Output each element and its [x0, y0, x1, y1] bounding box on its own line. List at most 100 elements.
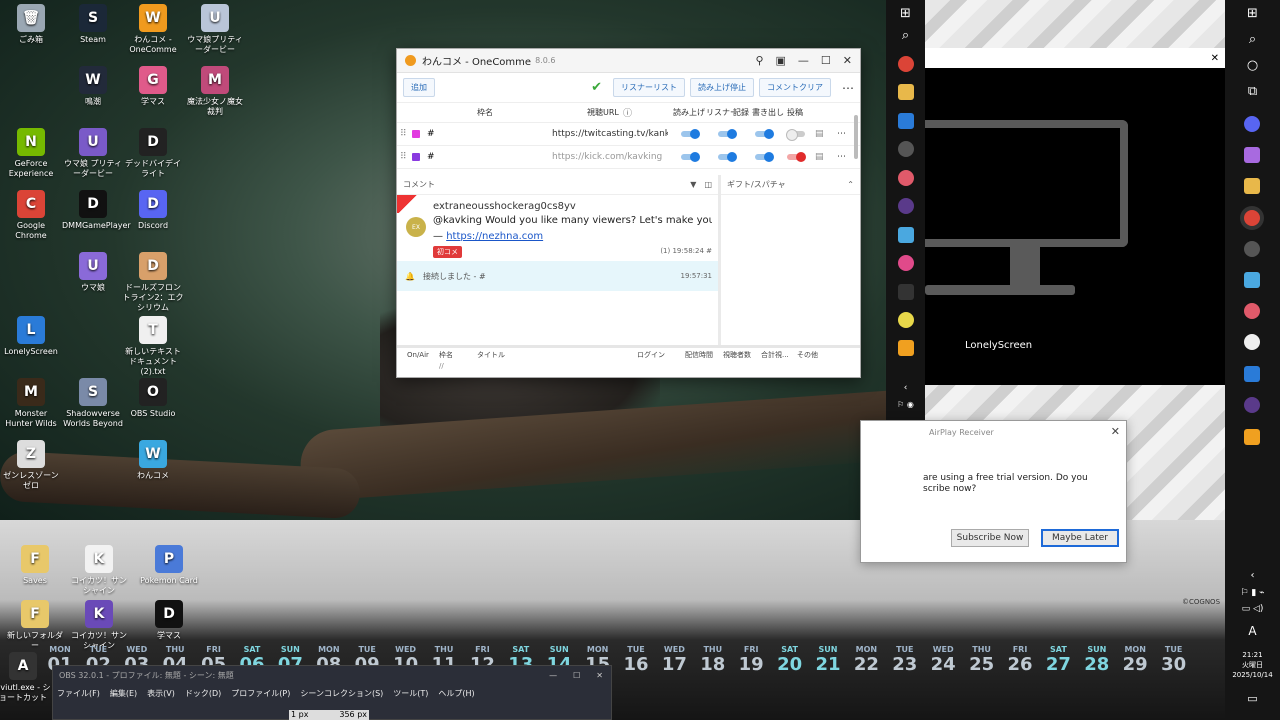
- broadcast-column-header[interactable]: 視聴者数: [723, 350, 751, 360]
- desktop-icon[interactable]: M Monster Hunter Wilds: [0, 378, 62, 429]
- broadcast-column-header[interactable]: 配信時間: [685, 350, 713, 360]
- desktop-icon[interactable]: T 新しいテキスト ドキュメント (2).txt: [122, 316, 184, 377]
- task-view-icon[interactable]: ⧉: [1225, 84, 1280, 99]
- obs-menu-item[interactable]: シーンコレクション(S): [300, 688, 383, 699]
- add-button[interactable]: 追加: [403, 78, 435, 97]
- game-icon[interactable]: [898, 198, 914, 214]
- desktop-icon[interactable]: M 魔法少女ノ魔女裁判: [184, 66, 246, 117]
- obs-menu-item[interactable]: ドック(D): [185, 688, 221, 699]
- comment-icon[interactable]: ▤: [815, 152, 824, 162]
- more-icon[interactable]: ⋯: [837, 152, 846, 162]
- file-explorer-icon[interactable]: [898, 84, 914, 100]
- desktop-icon[interactable]: C Google Chrome: [0, 190, 62, 241]
- collapse-icon[interactable]: ⌃: [847, 180, 854, 189]
- listener-toggle[interactable]: [718, 129, 737, 139]
- record-toggle[interactable]: [755, 152, 774, 162]
- filter-icon[interactable]: ▼: [690, 180, 696, 189]
- desktop-icon[interactable]: 🗑 ごみ箱: [0, 4, 62, 45]
- desktop-icon[interactable]: S Shadowverse Worlds Beyond: [62, 378, 124, 429]
- service-name[interactable]: #: [427, 129, 435, 139]
- desktop-icon[interactable]: P Pokemon Card: [138, 545, 200, 586]
- dmm-icon[interactable]: [898, 284, 914, 300]
- service-name[interactable]: #: [427, 152, 435, 162]
- obs-icon[interactable]: [898, 141, 914, 157]
- obs-menu-item[interactable]: 編集(E): [110, 688, 137, 699]
- media-icon[interactable]: [898, 340, 914, 356]
- more-menu-icon[interactable]: ⋯: [842, 81, 854, 95]
- app-icon[interactable]: [898, 170, 914, 186]
- clock-time[interactable]: 21:21: [1225, 651, 1280, 660]
- broadcast-row[interactable]: //: [397, 362, 860, 370]
- close-button[interactable]: ✕: [596, 671, 603, 680]
- obs-canvas[interactable]: 1 px 356 px: [289, 710, 369, 720]
- desktop-icon[interactable]: D デッドバイデイライト: [122, 128, 184, 179]
- onecomme-icon[interactable]: [1244, 272, 1260, 288]
- onecomme-icon[interactable]: [898, 227, 914, 243]
- search-icon[interactable]: ⌕: [1225, 32, 1280, 47]
- lips-icon[interactable]: [898, 255, 914, 271]
- subscribe-now-button[interactable]: Subscribe Now: [951, 529, 1029, 547]
- broadcast-column-header[interactable]: タイトル: [477, 350, 505, 360]
- obs-menu-item[interactable]: ファイル(F): [57, 688, 100, 699]
- service-row[interactable]: ⠿ # https://twitcasting.tv/kanku ▤ ⋯: [397, 123, 860, 146]
- onecomme-window[interactable]: わんコメ - OneComme 8.0.6 ⚲ ▣ — ☐ ✕ 追加 ✔ リスナ…: [396, 48, 861, 378]
- media-icon[interactable]: [1244, 429, 1260, 445]
- desktop-icon[interactable]: D Discord: [122, 190, 184, 231]
- game-icon[interactable]: [1244, 397, 1260, 413]
- desktop-icon[interactable]: S Steam: [62, 4, 124, 45]
- close-button[interactable]: ✕: [1211, 53, 1219, 64]
- desktop-icon[interactable]: F 新しいフォルダー: [4, 600, 66, 651]
- service-color[interactable]: [412, 130, 420, 138]
- network-icon[interactable]: ⚐ ◉: [886, 400, 925, 409]
- service-url[interactable]: https://kick.com/kavking: [552, 152, 668, 162]
- chevron-up-icon[interactable]: ‹: [1225, 570, 1280, 581]
- chevron-up-icon[interactable]: ‹: [886, 383, 925, 393]
- desktop-icon[interactable]: U ウマ娘: [62, 252, 124, 293]
- maximize-button[interactable]: ☐: [573, 671, 580, 680]
- onecomme-titlebar[interactable]: わんコメ - OneComme 8.0.6 ⚲ ▣ — ☐ ✕: [397, 49, 860, 73]
- clear-comments-button[interactable]: コメントクリア: [759, 78, 831, 97]
- stop-reading-button[interactable]: 読み上げ停止: [690, 78, 754, 97]
- desktop-icon[interactable]: D ドールズフロントライン2：エクシリウム: [122, 252, 184, 313]
- broadcast-column-header[interactable]: 枠名: [439, 350, 453, 360]
- tray-icons[interactable]: ⚐ ▮ ⌁: [1225, 588, 1280, 598]
- pin-icon[interactable]: ⚲: [755, 54, 763, 67]
- cortana-icon[interactable]: ○: [1225, 58, 1280, 73]
- desktop-icon[interactable]: U ウマ娘 プリティーダービー: [62, 128, 124, 179]
- drag-handle-icon[interactable]: ⠿: [400, 129, 407, 139]
- service-color[interactable]: [412, 153, 420, 161]
- post-toggle[interactable]: [787, 152, 806, 162]
- desktop-icon[interactable]: F Saves: [4, 545, 66, 586]
- record-toggle[interactable]: [755, 129, 774, 139]
- ime-indicator[interactable]: A: [1225, 624, 1280, 638]
- obs-menu-item[interactable]: 表示(V): [147, 688, 175, 699]
- notification-icon[interactable]: ▭: [1225, 692, 1280, 705]
- listener-list-button[interactable]: リスナーリスト: [613, 78, 685, 97]
- desktop-icon[interactable]: D DMMGamePlayer: [62, 190, 131, 231]
- desktop-icon[interactable]: G 学マス: [122, 66, 184, 107]
- check-icon[interactable]: ✔: [591, 80, 602, 95]
- chrome-icon[interactable]: [898, 56, 914, 72]
- read-toggle[interactable]: [681, 129, 700, 139]
- split-icon[interactable]: ◫: [704, 180, 712, 189]
- copilot-icon[interactable]: [1244, 147, 1260, 163]
- desktop-icon[interactable]: D 学マス: [138, 600, 200, 641]
- lonelyscreen-icon[interactable]: [898, 113, 914, 129]
- lonelyscreen-titlebar[interactable]: ✕: [925, 48, 1225, 68]
- more-icon[interactable]: ⋯: [837, 129, 846, 139]
- windows-start-icon[interactable]: ⊞: [886, 6, 925, 21]
- desktop-icon[interactable]: K コイカツ！サンシャイン: [68, 545, 130, 596]
- desktop-icon[interactable]: W わんコメ: [122, 440, 184, 481]
- minimize-button[interactable]: —: [549, 671, 557, 680]
- desktop-icon[interactable]: W 鳴潮: [62, 66, 124, 107]
- desktop-icon[interactable]: N GeForce Experience: [0, 128, 62, 179]
- search-icon[interactable]: ⌕: [886, 28, 925, 43]
- app-icon[interactable]: [1244, 303, 1260, 319]
- scrollbar[interactable]: [854, 115, 858, 159]
- maybe-later-button[interactable]: Maybe Later: [1041, 529, 1119, 547]
- service-url[interactable]: https://twitcasting.tv/kanku: [552, 129, 668, 139]
- maximize-button[interactable]: ☐: [821, 54, 831, 67]
- obs-icon[interactable]: [1244, 241, 1260, 257]
- obs-window[interactable]: OBS 32.0.1 - プロファイル: 無題 - シーン: 無題 — ☐ ✕ …: [52, 665, 612, 720]
- desktop-icon[interactable]: O OBS Studio: [122, 378, 184, 419]
